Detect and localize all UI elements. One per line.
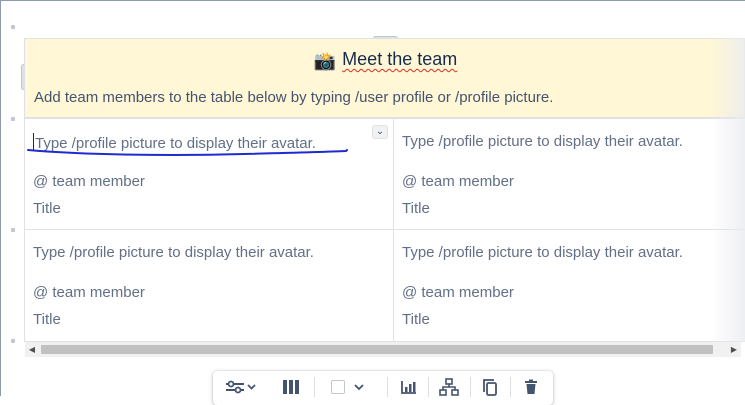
member-title[interactable]: Title <box>402 200 430 217</box>
table-floating-toolbar <box>213 371 553 405</box>
header-title: 📸 Meet the team <box>25 49 745 72</box>
avatar-hint[interactable]: Type /profile picture to display their a… <box>402 133 683 150</box>
overflow-shadow <box>711 38 745 342</box>
copy-icon <box>483 379 497 396</box>
scroll-right-arrow-icon[interactable]: ▶ <box>727 342 741 357</box>
table-cell[interactable]: Type /profile picture to display their a… <box>393 118 745 230</box>
chevron-down-icon <box>354 384 364 391</box>
columns-icon <box>283 380 299 394</box>
toolbar-divider <box>387 377 388 397</box>
table-cell[interactable]: Type /profile picture to display their a… <box>24 229 394 342</box>
member-title[interactable]: Title <box>33 200 61 217</box>
bar-chart-icon <box>401 381 416 394</box>
member-title[interactable]: Title <box>33 311 61 328</box>
avatar-hint[interactable]: Type /profile picture to display their a… <box>402 244 683 261</box>
gutter-dot <box>11 117 15 121</box>
sliders-icon <box>226 380 256 394</box>
gutter-dot <box>11 25 15 29</box>
scroll-left-arrow-icon[interactable]: ◀ <box>25 342 39 357</box>
gutter-dot <box>11 339 15 343</box>
text-caret <box>33 133 34 151</box>
insert-chart-button[interactable] <box>397 375 421 399</box>
delete-table-button[interactable] <box>519 375 543 399</box>
table-options-button[interactable] <box>221 375 261 399</box>
avatar-hint-line[interactable]: Type /profile picture to display their a… <box>33 133 316 152</box>
color-swatch-icon <box>331 380 345 394</box>
team-member-mention[interactable]: @ team member <box>33 173 145 190</box>
toolbar-divider <box>314 377 315 397</box>
avatar-hint: Type /profile picture to display their a… <box>35 135 316 152</box>
table-cell[interactable]: Type /profile picture to display their a… <box>393 229 745 342</box>
cell-background-button[interactable] <box>329 375 369 399</box>
toolbar-divider <box>510 377 511 397</box>
team-table: 📸 Meet the team Add team members to the t… <box>24 38 745 342</box>
camera-icon: 📸 <box>313 51 337 71</box>
header-title-text: Meet the team <box>342 49 458 69</box>
column-layout-button[interactable] <box>277 375 305 399</box>
horizontal-scrollbar[interactable]: ◀ ▶ <box>25 342 741 357</box>
copy-table-button[interactable] <box>478 375 502 399</box>
sort-hierarchy-button[interactable] <box>436 375 462 399</box>
trash-icon <box>525 379 537 394</box>
cell-options-chevron-icon[interactable]: ⌄ <box>372 125 388 139</box>
team-member-mention[interactable]: @ team member <box>402 173 514 190</box>
hierarchy-icon <box>439 378 459 396</box>
toolbar-divider <box>428 377 429 397</box>
avatar-hint[interactable]: Type /profile picture to display their a… <box>33 244 314 261</box>
table-cell[interactable]: Type /profile picture to display their a… <box>24 118 394 230</box>
gutter-dot <box>11 228 15 232</box>
header-description: Add team members to the table below by t… <box>34 89 554 106</box>
team-member-mention[interactable]: @ team member <box>33 284 145 301</box>
toolbar-divider <box>470 377 471 397</box>
team-member-mention[interactable]: @ team member <box>402 284 514 301</box>
member-title[interactable]: Title <box>402 311 430 328</box>
table-header-cell[interactable]: 📸 Meet the team Add team members to the t… <box>24 38 745 118</box>
scrollbar-thumb[interactable] <box>41 345 713 354</box>
